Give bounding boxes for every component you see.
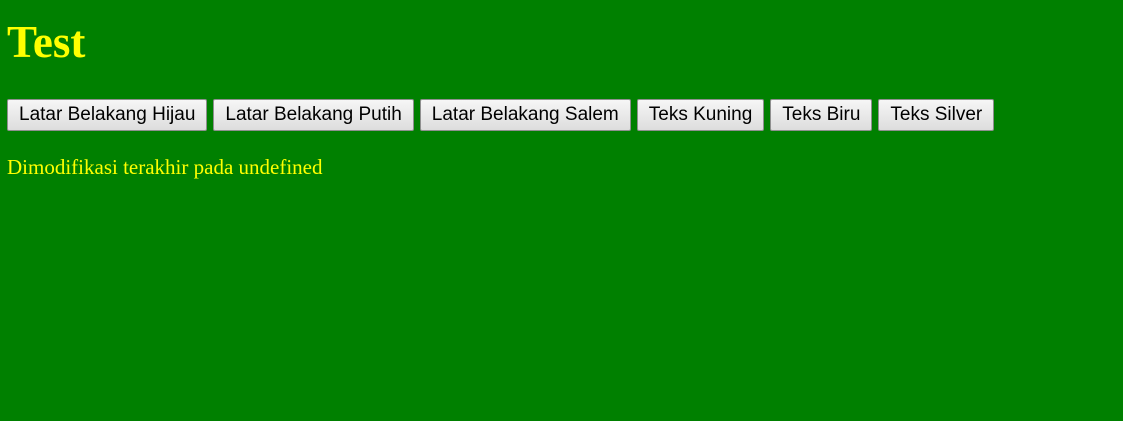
last-modified-text: Dimodifikasi terakhir pada undefined — [7, 155, 323, 179]
green-background-button[interactable]: Latar Belakang Hijau — [7, 99, 208, 131]
blue-text-button[interactable]: Teks Biru — [770, 99, 873, 131]
button-toolbar: Latar Belakang Hijau Latar Belakang Puti… — [7, 99, 1123, 131]
page-content: Test Latar Belakang Hijau Latar Belakang… — [0, 0, 1123, 180]
silver-text-button[interactable]: Teks Silver — [878, 99, 995, 131]
white-background-button[interactable]: Latar Belakang Putih — [213, 99, 414, 131]
salmon-background-button[interactable]: Latar Belakang Salem — [419, 99, 631, 131]
yellow-text-button[interactable]: Teks Kuning — [636, 99, 765, 131]
page-heading: Test — [7, 17, 86, 67]
